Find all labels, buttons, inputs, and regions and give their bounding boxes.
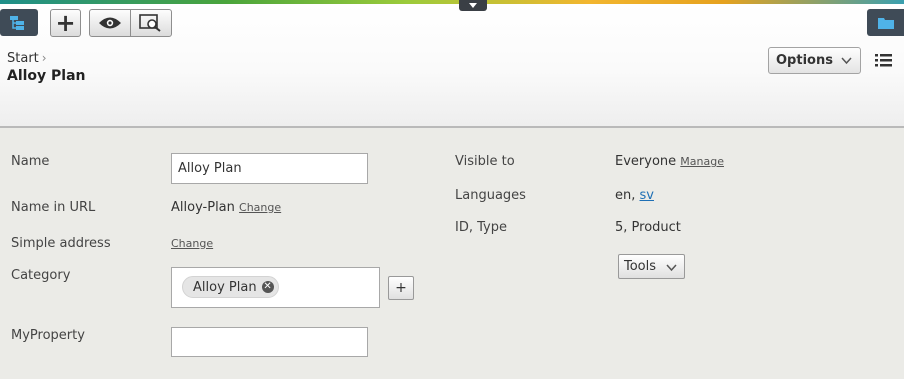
visible-to-value: Everyone bbox=[615, 154, 677, 169]
plus-icon: + bbox=[55, 9, 76, 37]
name-in-url-label: Name in URL bbox=[11, 200, 96, 215]
site-tree-icon bbox=[10, 15, 24, 30]
options-button[interactable]: Options bbox=[768, 47, 861, 74]
id-type-value: 5, Product bbox=[615, 220, 681, 235]
url-change-link[interactable]: Change bbox=[239, 201, 281, 214]
languages-row: en, sv bbox=[615, 188, 654, 203]
plus-icon: + bbox=[395, 280, 407, 296]
tools-dropdown[interactable]: Tools bbox=[618, 254, 685, 279]
navigation-pane-button[interactable] bbox=[0, 9, 38, 36]
name-label: Name bbox=[11, 154, 50, 169]
visible-to-label: Visible to bbox=[455, 154, 515, 169]
language-sv-link[interactable]: sv bbox=[640, 188, 654, 203]
chevron-down-icon bbox=[666, 264, 677, 272]
global-menu-toggle[interactable] bbox=[459, 0, 487, 11]
name-in-url-row: Alloy-Plan Change bbox=[171, 200, 281, 215]
chevron-down-icon bbox=[841, 57, 852, 65]
name-in-url-value: Alloy-Plan bbox=[171, 200, 235, 215]
category-label: Category bbox=[11, 268, 71, 283]
tools-label: Tools bbox=[624, 259, 657, 274]
breadcrumb-start-link[interactable]: Start bbox=[7, 51, 39, 66]
preview-search-icon bbox=[139, 14, 161, 32]
add-content-button[interactable]: + bbox=[50, 9, 81, 37]
options-label: Options bbox=[776, 53, 833, 68]
name-input[interactable]: Alloy Plan bbox=[171, 153, 368, 184]
add-category-button[interactable]: + bbox=[388, 276, 414, 300]
myproperty-label: MyProperty bbox=[11, 328, 85, 343]
preview-button[interactable] bbox=[89, 9, 131, 37]
category-chip-label: Alloy Plan bbox=[193, 279, 257, 295]
simple-address-label: Simple address bbox=[11, 236, 111, 251]
folder-icon bbox=[877, 17, 894, 29]
assets-pane-button[interactable] bbox=[867, 9, 904, 36]
list-icon bbox=[875, 54, 892, 67]
caret-down-icon bbox=[469, 3, 477, 8]
id-type-label: ID, Type bbox=[455, 220, 507, 235]
eye-icon bbox=[99, 17, 121, 29]
myproperty-input[interactable] bbox=[171, 327, 368, 357]
category-chip: Alloy Plan ✕ bbox=[182, 276, 279, 298]
list-view-button[interactable] bbox=[875, 53, 892, 72]
languages-label: Languages bbox=[455, 188, 526, 203]
language-primary: en, bbox=[615, 188, 636, 203]
page-title: Alloy Plan bbox=[7, 68, 86, 84]
chevron-right-icon: › bbox=[41, 51, 47, 65]
simple-address-row: Change bbox=[171, 236, 213, 251]
simple-address-change-link[interactable]: Change bbox=[171, 237, 213, 250]
visible-to-row: Everyone Manage bbox=[615, 154, 724, 169]
breadcrumb: Start › bbox=[7, 51, 47, 66]
view-settings-button[interactable] bbox=[130, 9, 172, 37]
remove-icon[interactable]: ✕ bbox=[261, 281, 274, 293]
name-input-value: Alloy Plan bbox=[178, 161, 242, 176]
manage-access-link[interactable]: Manage bbox=[680, 155, 724, 168]
properties-panel bbox=[0, 128, 904, 379]
